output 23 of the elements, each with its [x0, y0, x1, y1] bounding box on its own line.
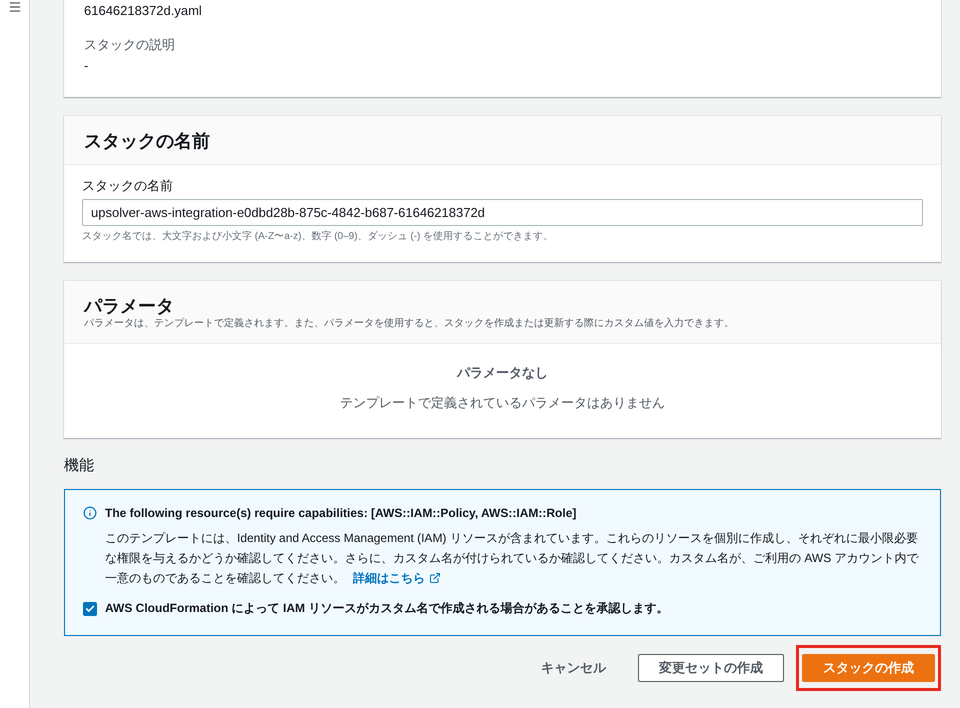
- create-change-set-button[interactable]: 変更セットの作成: [638, 654, 784, 682]
- template-file-name: 61646218372d.yaml: [84, 2, 203, 20]
- checkbox-label: AWS CloudFormation によって IAM リソースがカスタム名で作成される場合があることを承認します。: [105, 600, 668, 617]
- empty-title: パラメータなし: [457, 364, 548, 382]
- cancel-button[interactable]: キャンセル: [521, 654, 626, 682]
- field-label: スタックの名前: [82, 177, 174, 195]
- empty-text: テンプレートで定義されているパラメータはありません: [340, 394, 665, 412]
- external-link-icon: [429, 572, 441, 584]
- field-hint: スタック名では、大文字および小文字 (A-Z〜a-z)、数字 (0–9)、ダッシュ (-) を使用することができます。: [82, 230, 554, 244]
- checkbox[interactable]: [83, 602, 97, 616]
- alert-title: The following resource(s) require capabilities: [AWS::IAM::Policy, AWS::IAM::Role]: [105, 505, 578, 522]
- info-icon: [83, 506, 97, 520]
- section-title: スタックの名前: [84, 130, 211, 152]
- stack-name-field[interactable]: upsolver-aws-integration-e0dbd28b-875c-4842-b687-61646218372d: [82, 199, 923, 226]
- checkmark-icon: [85, 604, 95, 614]
- learn-more-link[interactable]: 詳細はこちら: [353, 568, 441, 588]
- field-label: スタックの説明: [84, 36, 176, 54]
- field-value: -: [84, 57, 90, 75]
- alert-text: このテンプレートには、Identity and Access Management (IAM) リソースが含まれています。これらのリソースを個別に作成し、それぞれに最小限必要な権限を与えるかどうか確認してください。さらに、カスタム名が付けられているか確認してください。カスタム名が、ご利用の AWS アカウント内で一意のものであることを確認してください。 詳細はこちら: [105, 528, 924, 588]
- menu-icon[interactable]: [8, 0, 22, 14]
- section-title: 機能: [64, 456, 95, 475]
- section-description: パラメータは、テンプレートで定義されます。また、パラメータを使用すると、スタックを作成または更新する際にカスタム値を入力できます。: [84, 317, 735, 331]
- section-title: パラメータ: [84, 295, 174, 317]
